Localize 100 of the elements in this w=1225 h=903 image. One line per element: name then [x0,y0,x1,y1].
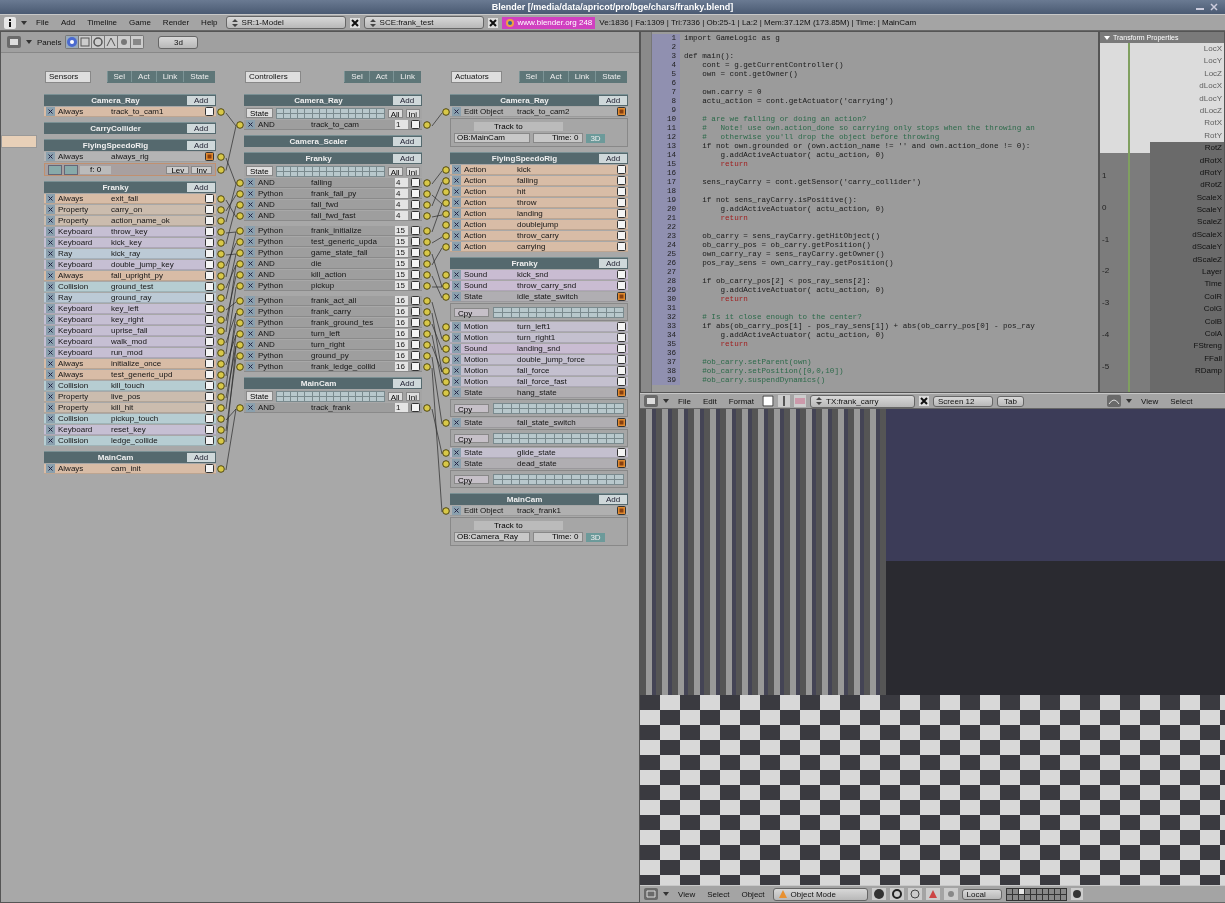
logic-brick[interactable]: Edit Object track_frank1 [450,506,628,516]
logic-brick[interactable]: Motion double_jump_force [450,355,628,365]
logic-brick[interactable]: Keyboard uprise_fall [44,326,216,336]
logic-brick[interactable]: Action throw [450,198,628,208]
menu-item[interactable]: View [674,889,700,899]
mode-dropdown[interactable]: Track to [474,521,563,530]
text-block-field[interactable]: TX:frank_carry [810,394,916,408]
logic-brick[interactable]: Keyboard reset_key [44,425,216,435]
logic-brick[interactable]: Always cam_init [44,464,216,474]
state-toggle-button[interactable]: Ini [405,108,420,118]
logic-brick[interactable]: Always test_generic_upd [44,370,216,380]
channel-label[interactable]: RotZ [1150,142,1224,155]
add-button[interactable]: Add [599,96,627,105]
menu-item[interactable]: Edit [698,396,721,406]
add-button[interactable]: Add [393,379,421,388]
operation-dropdown[interactable]: Cpy [454,474,490,484]
filter-button[interactable]: Link [567,71,596,82]
add-button[interactable]: Add [393,137,421,146]
logic-brick[interactable]: Action throw_carry [450,231,628,241]
logic-brick[interactable]: Motion fall_force [450,366,628,376]
state-button[interactable]: State [246,108,273,118]
logic-brick[interactable]: Keyboard run_mod [44,348,216,358]
tab-field[interactable]: Tab [997,395,1024,407]
logic-brick[interactable]: Edit Object track_to_cam2 [450,107,628,117]
state-toggle-button[interactable]: Ini [405,166,420,176]
logic-brick[interactable]: State idle_state_switch [450,292,628,302]
add-button[interactable]: Add [599,259,627,268]
logic-brick[interactable]: Action falling [450,176,628,186]
logic-brick[interactable]: Always always_rig [44,152,216,162]
logic-brick[interactable]: Keyboard double_jump_key [44,260,216,270]
logic-brick[interactable]: State hang_state [450,388,628,398]
channel-label[interactable]: ScaleX [1150,191,1224,205]
logic-brick[interactable]: Keyboard throw_key [44,227,216,237]
object-field[interactable]: OB:MainCam [454,133,530,143]
menu-item[interactable]: Game [125,18,155,27]
logic-brick[interactable]: AND fall_fwd_fast 4 [244,211,422,221]
filter-button[interactable]: Link [155,71,184,82]
add-button[interactable]: Add [187,96,215,105]
logic-brick[interactable]: Sound throw_carry_snd [450,281,628,291]
logic-brick[interactable]: AND turn_right 16 [244,340,422,350]
logic-brick[interactable]: Action kick [450,165,628,175]
channel-label[interactable]: RDamp [1150,365,1224,378]
logic-brick[interactable]: Python frank_ledge_collid 16 [244,362,422,372]
state-toggle-button[interactable]: All [387,166,403,176]
logic-brick[interactable]: AND track_frank 1 [244,403,422,413]
scene-field[interactable]: SCE:frank_test [363,16,484,29]
object-field[interactable]: OB:Camera_Ray [454,532,530,542]
filter-button[interactable]: Sel [344,71,369,82]
logic-brick[interactable]: Python frank_ground_tes 16 [244,318,422,328]
menu-item[interactable]: Timeline [83,18,122,27]
logic-brick[interactable]: AND die 15 [244,259,422,269]
filter-button[interactable]: State [183,71,215,82]
logic-brick[interactable]: Python frank_fall_py 4 [244,189,422,199]
channel-label[interactable]: ScaleZ [1150,216,1224,229]
menu-item[interactable]: Select [1166,396,1197,406]
channel-label[interactable]: dScaleY [1150,241,1224,254]
add-button[interactable]: Add [187,453,215,462]
filter-button[interactable]: State [595,71,627,82]
logic-brick[interactable]: Keyboard kick_key [44,238,216,248]
channel-label[interactable]: LocY [1150,55,1224,68]
logic-brick[interactable]: Keyboard key_right [44,315,216,325]
add-button[interactable]: Add [393,154,421,163]
channel-label[interactable]: ColG [1150,303,1224,316]
logic-brick[interactable]: Ray ground_ray [44,293,216,303]
add-button[interactable]: Add [599,154,627,163]
operation-dropdown[interactable]: Cpy [454,307,490,317]
logic-brick[interactable]: Collision ground_test [44,282,216,292]
logic-brick[interactable]: Keyboard walk_mod [44,337,216,347]
mode-dropdown[interactable]: Track to [474,122,563,131]
layer-field[interactable]: 3d [158,35,199,49]
menu-item[interactable]: View [1137,396,1163,406]
logic-brick[interactable]: Python pickup 15 [244,281,422,291]
frequency-field[interactable]: f: 0 [80,165,112,174]
operation-dropdown[interactable]: Cpy [454,433,490,443]
filter-button[interactable]: Act [543,71,568,82]
logic-brick[interactable]: Motion turn_right1 [450,333,628,343]
logic-brick[interactable]: Python frank_carry 16 [244,307,422,317]
logic-brick[interactable]: Property live_pos [44,392,216,402]
operation-dropdown[interactable]: Cpy [454,403,490,413]
time-field[interactable]: Time: 0 [533,133,584,143]
logic-brick[interactable]: State dead_state [450,459,628,469]
filter-button[interactable]: Link [393,71,421,82]
time-field[interactable]: Time: 0 [533,532,584,542]
add-button[interactable]: Add [599,495,627,504]
logic-brick[interactable]: Python test_generic_upda 15 [244,237,422,247]
channel-label[interactable]: Time [1150,278,1224,291]
logic-brick[interactable]: Collision ledge_collide [44,436,216,446]
logic-brick[interactable]: Always fall_upright_py [44,271,216,281]
menu-item[interactable]: Render [158,18,194,27]
filter-button[interactable]: Sel [518,71,544,82]
channel-label[interactable]: ColR [1150,290,1224,304]
channel-label[interactable]: RotX [1150,117,1224,130]
state-button[interactable]: State [246,391,273,401]
add-button[interactable]: Add [393,96,421,105]
logic-brick[interactable]: Sound kick_snd [450,270,628,280]
state-toggle-button[interactable]: All [387,391,403,401]
channel-label[interactable]: ColA [1150,328,1224,341]
logic-brick[interactable]: Python game_state_fall 15 [244,248,422,258]
mode-dropdown[interactable]: Object Mode [772,887,868,901]
menu-item[interactable]: Format [724,396,759,406]
